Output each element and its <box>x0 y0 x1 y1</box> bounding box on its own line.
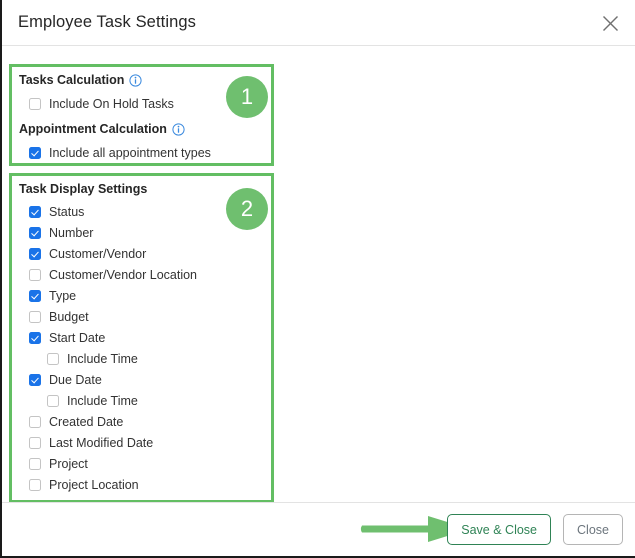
task-display-settings-heading: Task Display Settings <box>19 182 147 196</box>
page-title: Employee Task Settings <box>18 13 196 31</box>
checkbox-label: Due Date <box>49 372 102 387</box>
checkbox-label: Customer/Vendor <box>49 246 147 261</box>
checkbox-project-location[interactable] <box>29 479 41 491</box>
tasks-calculation-heading: Tasks Calculation <box>19 73 142 87</box>
dialog-header: Employee Task Settings <box>2 0 635 46</box>
checkbox-row-type[interactable]: Type <box>29 288 76 304</box>
checkbox-row-due-date-include-time[interactable]: Include Time <box>47 393 138 409</box>
checkbox-label: Customer/Vendor Location <box>49 267 198 282</box>
info-icon[interactable] <box>172 122 185 136</box>
checkbox-row-created-date[interactable]: Created Date <box>29 414 123 430</box>
checkbox-label: Start Date <box>49 330 106 345</box>
employee-task-settings-dialog: Employee Task Settings Tasks Calculation <box>0 0 635 558</box>
save-and-close-button[interactable]: Save & Close <box>447 514 551 545</box>
appointment-calculation-heading: Appointment Calculation <box>19 122 185 136</box>
checkbox-row-last-modified-date[interactable]: Last Modified Date <box>29 435 153 451</box>
close-button[interactable]: Close <box>563 514 623 545</box>
checkbox-label: Budget <box>49 309 89 324</box>
checkbox-row-start-date[interactable]: Start Date <box>29 330 105 346</box>
dialog-body: Tasks Calculation Include On Hold Tasks … <box>2 46 635 503</box>
checkbox-row-customer-vendor-location[interactable]: Customer/Vendor Location <box>29 267 197 283</box>
checkbox-row-include-all-appointment-types[interactable]: Include all appointment types <box>29 145 211 161</box>
checkbox-row-number[interactable]: Number <box>29 225 93 241</box>
checkbox-label: Number <box>49 225 94 240</box>
checkbox-label: Include On Hold Tasks <box>49 96 174 111</box>
checkbox-due-date-include-time[interactable] <box>47 395 59 407</box>
checkbox-row-start-date-include-time[interactable]: Include Time <box>47 351 138 367</box>
checkbox-type[interactable] <box>29 290 41 302</box>
checkbox-start-date-include-time[interactable] <box>47 353 59 365</box>
checkbox-number[interactable] <box>29 227 41 239</box>
annotation-badge-1: 1 <box>226 76 268 118</box>
tasks-calculation-panel: Tasks Calculation Include On Hold Tasks … <box>9 64 274 166</box>
checkbox-label: Last Modified Date <box>49 435 154 450</box>
checkbox-label: Status <box>49 204 85 219</box>
checkbox-label: Created Date <box>49 414 124 429</box>
task-display-settings-panel: Task Display Settings Status Number Cust… <box>9 173 274 503</box>
annotation-badge-number: 2 <box>240 196 254 221</box>
checkbox-include-on-hold-tasks[interactable] <box>29 98 41 110</box>
checkbox-label: Project Location <box>49 477 139 492</box>
checkbox-row-budget[interactable]: Budget <box>29 309 89 325</box>
tasks-calculation-heading-label: Tasks Calculation <box>19 73 125 87</box>
annotation-badge-2: 2 <box>226 188 268 230</box>
checkbox-customer-vendor[interactable] <box>29 248 41 260</box>
checkbox-last-modified-date[interactable] <box>29 437 41 449</box>
checkbox-row-due-date[interactable]: Due Date <box>29 372 102 388</box>
checkbox-label: Include Time <box>67 351 138 366</box>
dialog-footer: Save & Close Close <box>2 502 635 556</box>
checkbox-due-date[interactable] <box>29 374 41 386</box>
checkbox-label: Include all appointment types <box>49 145 211 160</box>
checkbox-created-date[interactable] <box>29 416 41 428</box>
checkbox-budget[interactable] <box>29 311 41 323</box>
close-dialog-button[interactable] <box>594 7 626 39</box>
checkbox-include-all-appointment-types[interactable] <box>29 147 41 159</box>
save-and-close-button-label: Save & Close <box>461 522 537 537</box>
info-icon[interactable] <box>129 73 142 87</box>
checkbox-row-customer-vendor[interactable]: Customer/Vendor <box>29 246 146 262</box>
appointment-calculation-heading-label: Appointment Calculation <box>19 122 167 136</box>
close-icon <box>602 15 619 32</box>
checkbox-row-project[interactable]: Project <box>29 456 88 472</box>
checkbox-row-project-location[interactable]: Project Location <box>29 477 139 493</box>
checkbox-project[interactable] <box>29 458 41 470</box>
checkbox-customer-vendor-location[interactable] <box>29 269 41 281</box>
checkbox-label: Project <box>49 456 88 471</box>
close-button-label: Close <box>577 522 609 537</box>
checkbox-label: Include Time <box>67 393 138 408</box>
annotation-badge-number: 1 <box>240 84 254 109</box>
checkbox-start-date[interactable] <box>29 332 41 344</box>
checkbox-label: Type <box>49 288 77 303</box>
task-display-settings-heading-label: Task Display Settings <box>19 182 148 196</box>
checkbox-status[interactable] <box>29 206 41 218</box>
checkbox-row-status[interactable]: Status <box>29 204 84 220</box>
checkbox-row-include-on-hold-tasks[interactable]: Include On Hold Tasks <box>29 96 174 112</box>
